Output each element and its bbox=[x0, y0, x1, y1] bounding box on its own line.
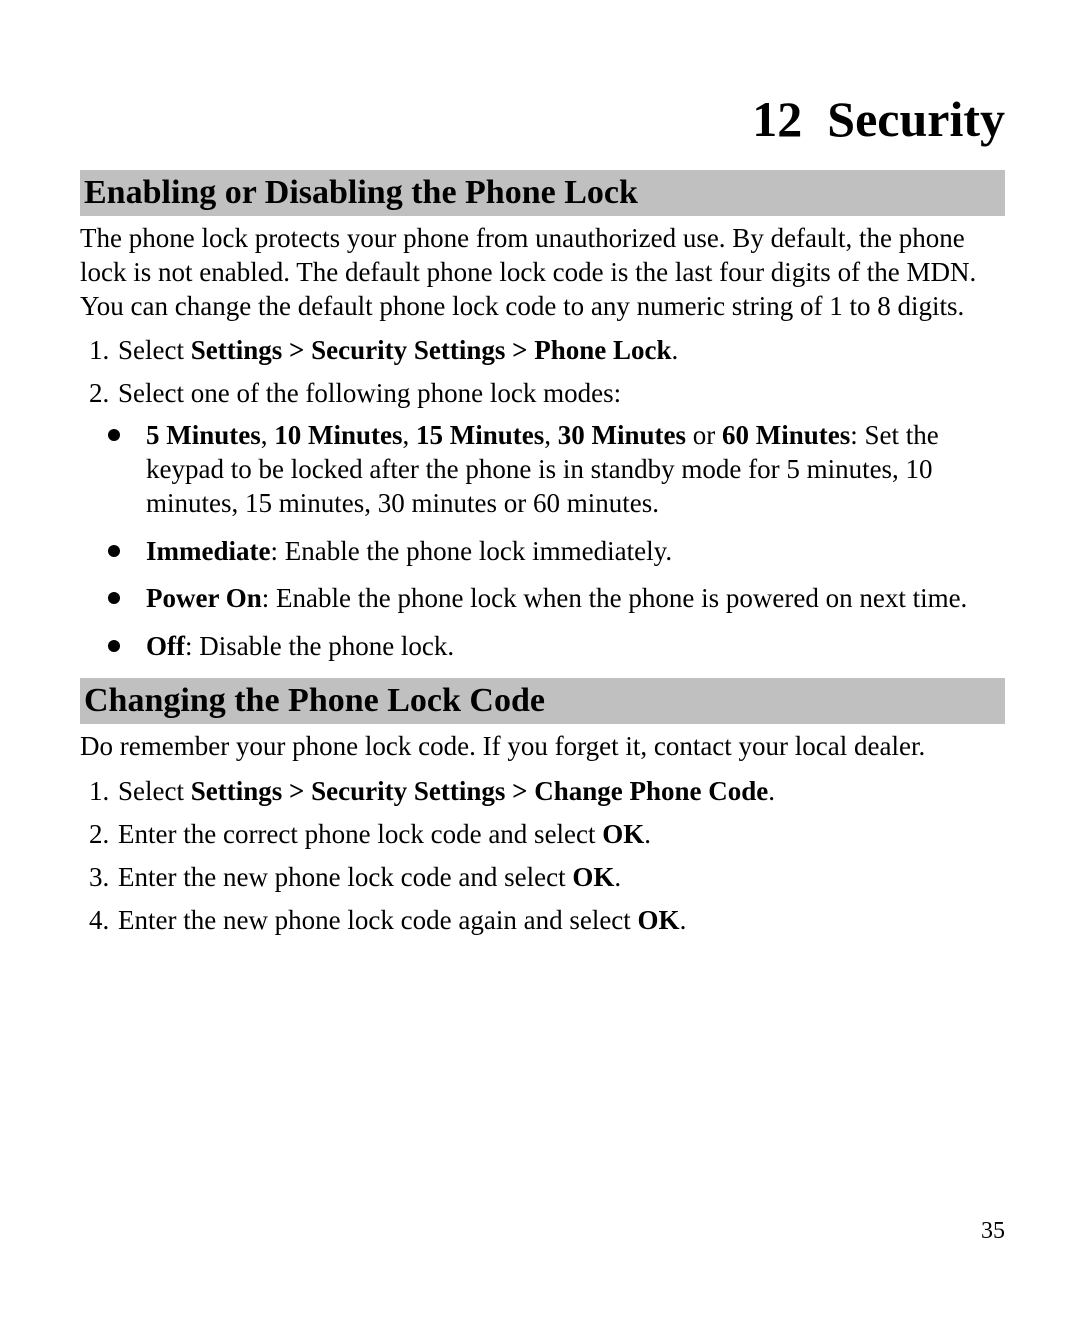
section-heading-change-code: Changing the Phone Lock Code bbox=[80, 678, 1005, 724]
bullet-off: Off: Disable the phone lock. bbox=[106, 630, 1005, 664]
bullet-minutes: 5 Minutes, 10 Minutes, 15 Minutes, 30 Mi… bbox=[106, 419, 1005, 520]
section1-steps: Select Settings > Security Settings > Ph… bbox=[80, 333, 1005, 411]
section2-step-4: Enter the new phone lock code again and … bbox=[116, 903, 1005, 938]
chapter-title: 12 Security bbox=[80, 90, 1005, 148]
chapter-number: 12 bbox=[752, 91, 802, 147]
section1-bullets: 5 Minutes, 10 Minutes, 15 Minutes, 30 Mi… bbox=[80, 419, 1005, 664]
bullet-power-on: Power On: Enable the phone lock when the… bbox=[106, 582, 1005, 616]
section2-steps: Select Settings > Security Settings > Ch… bbox=[80, 774, 1005, 938]
section1-intro: The phone lock protects your phone from … bbox=[80, 222, 1005, 323]
page-number: 35 bbox=[981, 1218, 1005, 1245]
document-page: 12 Security Enabling or Disabling the Ph… bbox=[0, 0, 1080, 996]
section-heading-enable-lock: Enabling or Disabling the Phone Lock bbox=[80, 170, 1005, 216]
section2-step-3: Enter the new phone lock code and select… bbox=[116, 860, 1005, 895]
section1-step-2: Select one of the following phone lock m… bbox=[116, 376, 1005, 411]
section2-step-2: Enter the correct phone lock code and se… bbox=[116, 817, 1005, 852]
section1-step-1: Select Settings > Security Settings > Ph… bbox=[116, 333, 1005, 368]
bullet-immediate: Immediate: Enable the phone lock immedia… bbox=[106, 535, 1005, 569]
section2-intro: Do remember your phone lock code. If you… bbox=[80, 730, 1005, 764]
section2-step-1: Select Settings > Security Settings > Ch… bbox=[116, 774, 1005, 809]
chapter-name: Security bbox=[827, 91, 1005, 147]
